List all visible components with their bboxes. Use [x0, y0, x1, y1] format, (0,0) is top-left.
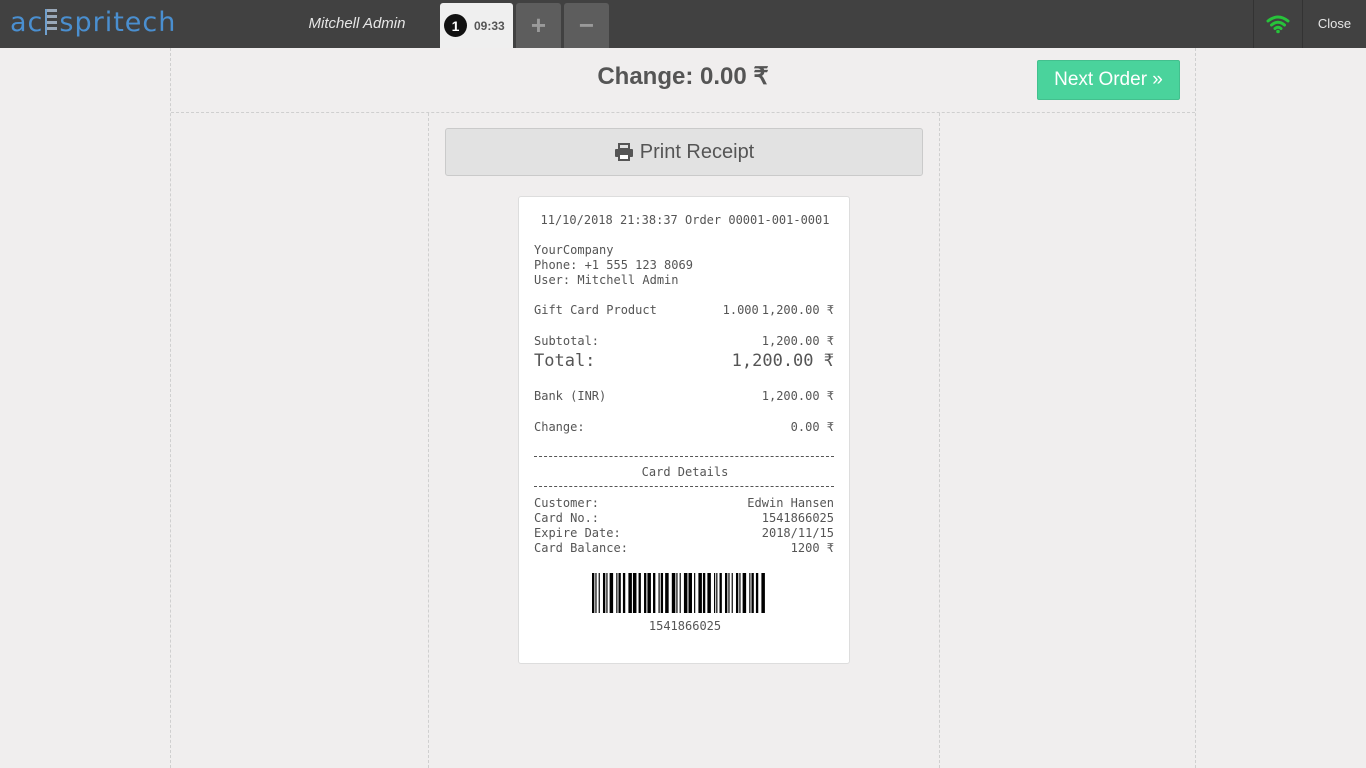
- wifi-icon: [1266, 15, 1290, 34]
- order-time: 09:33: [474, 18, 505, 33]
- subtotal-value: 1,200.00 ₹: [761, 334, 834, 348]
- minus-icon: −: [578, 10, 595, 40]
- add-order-button[interactable]: +: [516, 3, 561, 48]
- logo-suffix: spritech: [59, 6, 177, 38]
- payment-label: Bank (INR): [534, 389, 607, 403]
- divider-top: [534, 456, 834, 457]
- company-logo: ac spritech: [10, 4, 176, 40]
- product-price: 1,200.00 ₹: [761, 303, 834, 317]
- payment-value: 1,200.00 ₹: [761, 389, 834, 403]
- receipt-user: User: Mitchell Admin: [534, 273, 679, 287]
- card-balance-label: Card Balance:: [534, 541, 628, 555]
- customer-line: Customer: Edwin Hansen: [534, 496, 834, 510]
- barcode-image: [592, 573, 765, 613]
- printer-icon: [614, 143, 633, 161]
- order-line: Gift Card Product 1.000 1,200.00 ₹: [534, 303, 834, 317]
- change-line: Change: 0.00 ₹: [534, 420, 834, 434]
- close-button[interactable]: Close: [1303, 0, 1366, 48]
- change-value: 0.00 ₹: [790, 420, 834, 434]
- payment-line: Bank (INR) 1,200.00 ₹: [534, 389, 834, 403]
- plus-icon: +: [530, 10, 547, 40]
- divider-bottom: [534, 486, 834, 487]
- print-receipt-label: Print Receipt: [639, 140, 755, 163]
- card-number-value: 1541866025: [761, 511, 834, 525]
- subtotal-label: Subtotal:: [534, 334, 600, 348]
- card-details-title: Card Details: [641, 465, 729, 479]
- receipt-screen: Change: 0.00 ₹ Next Order » Print Receip…: [170, 48, 1196, 768]
- expire-date-value: 2018/11/15: [761, 526, 834, 540]
- product-qty: 1.000: [722, 303, 759, 317]
- expire-date-label: Expire Date:: [534, 526, 621, 540]
- expire-date-line: Expire Date: 2018/11/15: [534, 526, 834, 540]
- receipt-screen-header: Change: 0.00 ₹ Next Order »: [171, 48, 1195, 113]
- next-order-button[interactable]: Next Order »: [1037, 60, 1180, 100]
- customer-label: Customer:: [534, 496, 600, 510]
- logo-prefix: ac: [10, 6, 44, 38]
- receipt-column: Print Receipt 11/10/2018 21:38:37 Order …: [428, 113, 940, 768]
- barcode-number: 1541866025: [648, 619, 722, 633]
- change-label: Change:: [534, 420, 585, 434]
- company-phone: Phone: +1 555 123 8069: [534, 258, 693, 272]
- card-number-label: Card No.:: [534, 511, 600, 525]
- company-name: YourCompany: [534, 243, 614, 257]
- receipt-header-line: 11/10/2018 21:38:37 Order 00001-001-0001: [540, 213, 830, 227]
- total-value: 1,200.00 ₹: [731, 351, 834, 371]
- total-line: Total: 1,200.00 ₹: [534, 351, 834, 371]
- total-label: Total:: [534, 351, 596, 371]
- receipt-ticket: 11/10/2018 21:38:37 Order 00001-001-0001…: [518, 196, 850, 664]
- card-number-line: Card No.: 1541866025: [534, 511, 834, 525]
- subtotal-line: Subtotal: 1,200.00 ₹: [534, 334, 834, 348]
- print-receipt-button[interactable]: Print Receipt: [445, 128, 923, 176]
- connection-status[interactable]: [1253, 0, 1303, 48]
- card-balance-value: 1200 ₹: [790, 541, 834, 555]
- pos-top-bar: ac spritech Mitchell Admin 1 09:33 + − C…: [0, 0, 1366, 48]
- product-qty-price: 1.000 1,200.00 ₹: [723, 303, 834, 317]
- logo-mark-icon: [45, 9, 58, 35]
- customer-value: Edwin Hansen: [747, 496, 834, 510]
- product-name: Gift Card Product: [534, 303, 657, 317]
- cashier-name[interactable]: Mitchell Admin: [290, 0, 424, 48]
- delete-order-button[interactable]: −: [564, 3, 609, 48]
- order-tab[interactable]: 1 09:33: [440, 3, 513, 48]
- order-number-badge: 1: [444, 14, 467, 37]
- card-balance-line: Card Balance: 1200 ₹: [534, 541, 834, 555]
